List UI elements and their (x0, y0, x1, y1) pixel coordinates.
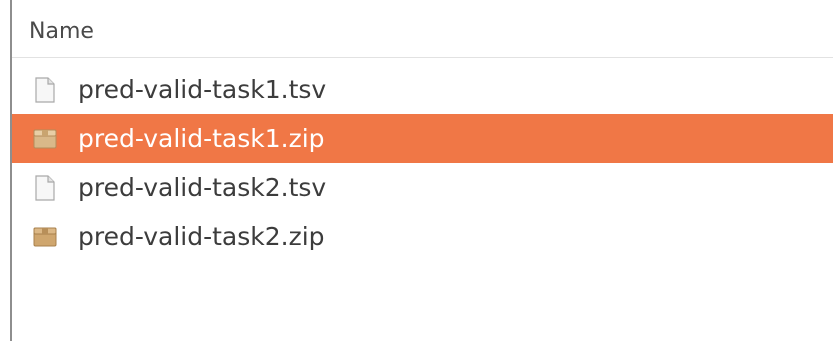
file-row-pred-valid-task2-tsv[interactable]: pred-valid-task2.tsv (12, 163, 833, 212)
name-column-label: Name (29, 19, 94, 44)
file-row-pred-valid-task1-zip[interactable]: pred-valid-task1.zip (12, 114, 833, 163)
file-name-label: pred-valid-task2.zip (78, 222, 325, 251)
file-name-label: pred-valid-task1.zip (78, 124, 325, 153)
archive-icon (32, 125, 58, 153)
file-row-pred-valid-task2-zip[interactable]: pred-valid-task2.zip (12, 212, 833, 261)
file-name-label: pred-valid-task2.tsv (78, 173, 327, 202)
file-manager-window: Name pred-valid-task1.tsv pred-valid-tas… (0, 0, 833, 341)
archive-icon (32, 223, 58, 251)
text-file-icon (32, 174, 58, 202)
file-rows: pred-valid-task1.tsv pred-valid-task1.zi… (12, 65, 833, 261)
file-row-pred-valid-task1-tsv[interactable]: pred-valid-task1.tsv (12, 65, 833, 114)
file-name-label: pred-valid-task1.tsv (78, 75, 327, 104)
text-file-icon (32, 76, 58, 104)
file-list-view[interactable]: Name pred-valid-task1.tsv pred-valid-tas… (12, 6, 833, 341)
name-column-header[interactable]: Name (12, 6, 833, 58)
